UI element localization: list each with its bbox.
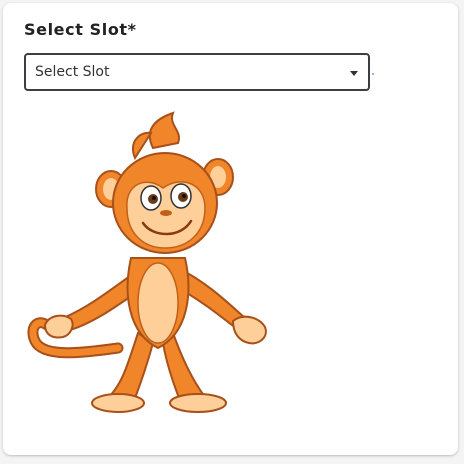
select-slot-value: Select Slot	[35, 64, 110, 80]
select-slot-label: Select Slot*	[24, 20, 137, 39]
dot-marker	[372, 73, 374, 75]
monkey-mascot-image	[27, 111, 267, 413]
select-slot-dropdown[interactable]: Select Slot	[24, 53, 370, 91]
chevron-down-icon	[350, 71, 358, 76]
form-card: Select Slot* Select Slot	[3, 3, 458, 455]
